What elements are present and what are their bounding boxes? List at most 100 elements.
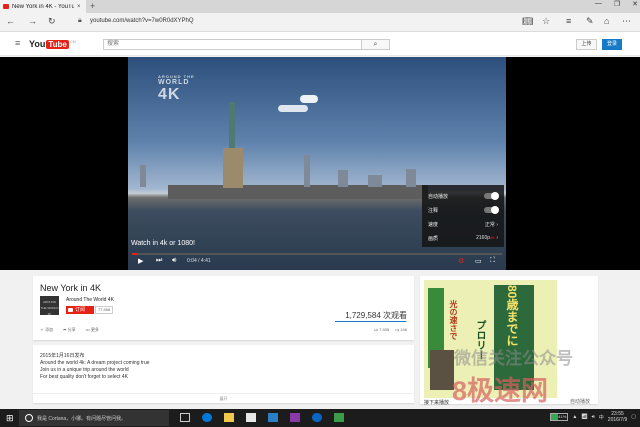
- like-button[interactable]: 👍︎ 7,935: [374, 327, 389, 333]
- settings-row-quality[interactable]: 画质 2160p4K ›: [428, 231, 498, 245]
- file-explorer-icon[interactable]: [224, 413, 234, 422]
- autoplay-label: 自动播放: [428, 193, 449, 200]
- search-button[interactable]: ⌕: [362, 39, 390, 50]
- volume-tray-icon[interactable]: 🔊︎: [592, 414, 595, 420]
- settings-menu: 自动播放 注释 速度 正常 › 画质 2160p4K ›: [422, 185, 504, 247]
- clock[interactable]: 23:55 2016/7/9: [608, 411, 627, 423]
- publish-date: 2015年1月16日发布: [40, 353, 85, 359]
- description-line: For best quality don't forget to select …: [40, 374, 128, 380]
- notification-icon[interactable]: ▲: [572, 414, 577, 420]
- youtube-favicon-icon: [3, 4, 9, 9]
- cortana-search-box[interactable]: 我是 Cortana，小娜。有问题尽管问我。: [19, 410, 169, 426]
- statue-of-liberty: [223, 102, 243, 188]
- tab-close-icon[interactable]: ×: [77, 4, 81, 10]
- dislike-count: 146: [400, 327, 407, 332]
- video-player[interactable]: AROUND THE WORLD 4K Watch in 4k or 1080!…: [0, 57, 640, 270]
- skyline-tower: [368, 175, 382, 187]
- skyline-tower: [140, 165, 146, 187]
- view-count: 1,729,584 次观看: [345, 311, 407, 320]
- player-controls: ▶ ⏭ 🔊︎ 0:04 / 4:41 ⚙ ▭ ⛶: [128, 253, 506, 270]
- autoplay-toggle[interactable]: [484, 192, 499, 200]
- skyline-tower: [406, 169, 416, 187]
- maximize-icon[interactable]: ❐: [614, 0, 620, 8]
- video-actions: ＋ 添加 ➦ 分享 ••• 更多: [40, 327, 99, 333]
- web-note-icon[interactable]: ✎: [586, 16, 594, 27]
- show-more-button[interactable]: 展开: [33, 393, 414, 402]
- annotations-label: 注释: [428, 207, 439, 214]
- channel-avatar[interactable]: AROUND THE WORLD 4K: [40, 296, 59, 316]
- mail-icon[interactable]: [268, 413, 278, 422]
- settings-row-speed[interactable]: 速度 正常 ›: [428, 217, 498, 231]
- video-frame[interactable]: AROUND THE WORLD 4K Watch in 4k or 1080!…: [128, 57, 506, 270]
- subscribe-button[interactable]: 订阅: [66, 306, 94, 314]
- more-label: 更多: [90, 327, 99, 332]
- more-icon[interactable]: ⋯: [622, 16, 631, 27]
- battery-indicator[interactable]: 41%: [550, 413, 569, 421]
- annotations-toggle[interactable]: [484, 206, 499, 214]
- more-button[interactable]: ••• 更多: [86, 327, 99, 333]
- settings-row-annotations[interactable]: 注释: [428, 203, 499, 217]
- logo-country-code: CN: [69, 39, 76, 44]
- hub-icon[interactable]: ≡: [566, 16, 571, 26]
- description-line: Join us in a unique trip around the worl…: [40, 367, 129, 373]
- cloud: [300, 95, 318, 103]
- cortana-prompt: 我是 Cortana，小娜。有问题尽管问我。: [37, 416, 127, 422]
- share-label: 分享: [67, 327, 76, 332]
- guide-menu-icon[interactable]: ≡: [15, 38, 20, 48]
- browser-tab-bar: New York in 4K - YouTu × + — ❐ ✕: [0, 0, 640, 13]
- back-icon[interactable]: ←: [6, 16, 15, 26]
- theater-mode-icon[interactable]: ▭: [475, 257, 482, 265]
- forward-icon[interactable]: →: [28, 16, 37, 26]
- edge-browser-icon[interactable]: [202, 413, 212, 422]
- dislike-button[interactable]: 👎︎ 146: [395, 327, 407, 333]
- like-count: 7,935: [379, 327, 390, 332]
- ellipsis-icon: •••: [85, 327, 90, 332]
- youtube-logo[interactable]: You Tube CN: [29, 39, 76, 49]
- ie-icon[interactable]: [312, 413, 322, 422]
- fullscreen-icon[interactable]: ⛶: [490, 257, 495, 265]
- action-center-icon[interactable]: ▢: [631, 414, 636, 420]
- close-window-icon[interactable]: ✕: [632, 0, 638, 8]
- progress-bar[interactable]: [132, 253, 502, 255]
- channel-name[interactable]: Around The World 4K: [66, 297, 114, 303]
- app-icon[interactable]: [334, 413, 344, 422]
- cloud: [278, 105, 308, 112]
- ime-indicator[interactable]: 中: [599, 414, 604, 421]
- overlay-line2: WORLD: [158, 79, 190, 86]
- cortana-icon: [25, 414, 33, 422]
- next-icon[interactable]: ⏭: [156, 257, 162, 265]
- network-icon[interactable]: 📶︎: [581, 414, 587, 420]
- minimize-icon[interactable]: —: [595, 0, 602, 8]
- autoplay-label[interactable]: 自动播放: [570, 398, 590, 405]
- skyline-tower: [304, 155, 310, 187]
- speed-label: 速度: [428, 221, 439, 228]
- new-tab-button[interactable]: +: [90, 1, 95, 11]
- onenote-icon[interactable]: [290, 413, 300, 422]
- add-to-button[interactable]: ＋ 添加: [40, 327, 53, 333]
- refresh-icon[interactable]: ↻: [48, 16, 56, 27]
- login-button[interactable]: 登录: [602, 39, 622, 50]
- ad-text: 光の速さで: [449, 300, 458, 340]
- search-input[interactable]: 搜索: [103, 39, 362, 50]
- settings-gear-icon[interactable]: ⚙: [458, 257, 464, 265]
- windows-start-icon[interactable]: ⊞: [6, 413, 14, 424]
- chevron-right-icon: ›: [496, 235, 498, 241]
- skyline-base: [168, 185, 428, 199]
- rating-buttons: 👍︎ 7,935 👎︎ 146: [374, 327, 407, 333]
- reading-view-icon[interactable]: 📖︎: [522, 16, 533, 27]
- share-icon[interactable]: ⌂: [604, 16, 609, 26]
- store-icon[interactable]: [246, 413, 256, 422]
- description-card: 2015年1月16日发布 Around the world 4k: A drea…: [33, 345, 414, 403]
- address-bar[interactable]: youtube.com/watch?v=7w0R0dXYPhQ: [90, 18, 194, 24]
- upload-button[interactable]: 上传: [576, 39, 597, 50]
- share-arrow-icon: ➦: [63, 327, 67, 332]
- share-button[interactable]: ➦ 分享: [63, 327, 75, 333]
- settings-row-autoplay[interactable]: 自动播放: [428, 189, 499, 203]
- search-icon: ⌕: [373, 41, 378, 48]
- play-icon[interactable]: ▶: [138, 257, 143, 265]
- task-view-icon[interactable]: [180, 413, 190, 422]
- skyline-tower: [338, 170, 348, 187]
- favorite-star-icon[interactable]: ☆: [542, 16, 550, 27]
- volume-icon[interactable]: 🔊︎: [172, 257, 176, 265]
- browser-tab[interactable]: New York in 4K - YouTu ×: [0, 0, 86, 13]
